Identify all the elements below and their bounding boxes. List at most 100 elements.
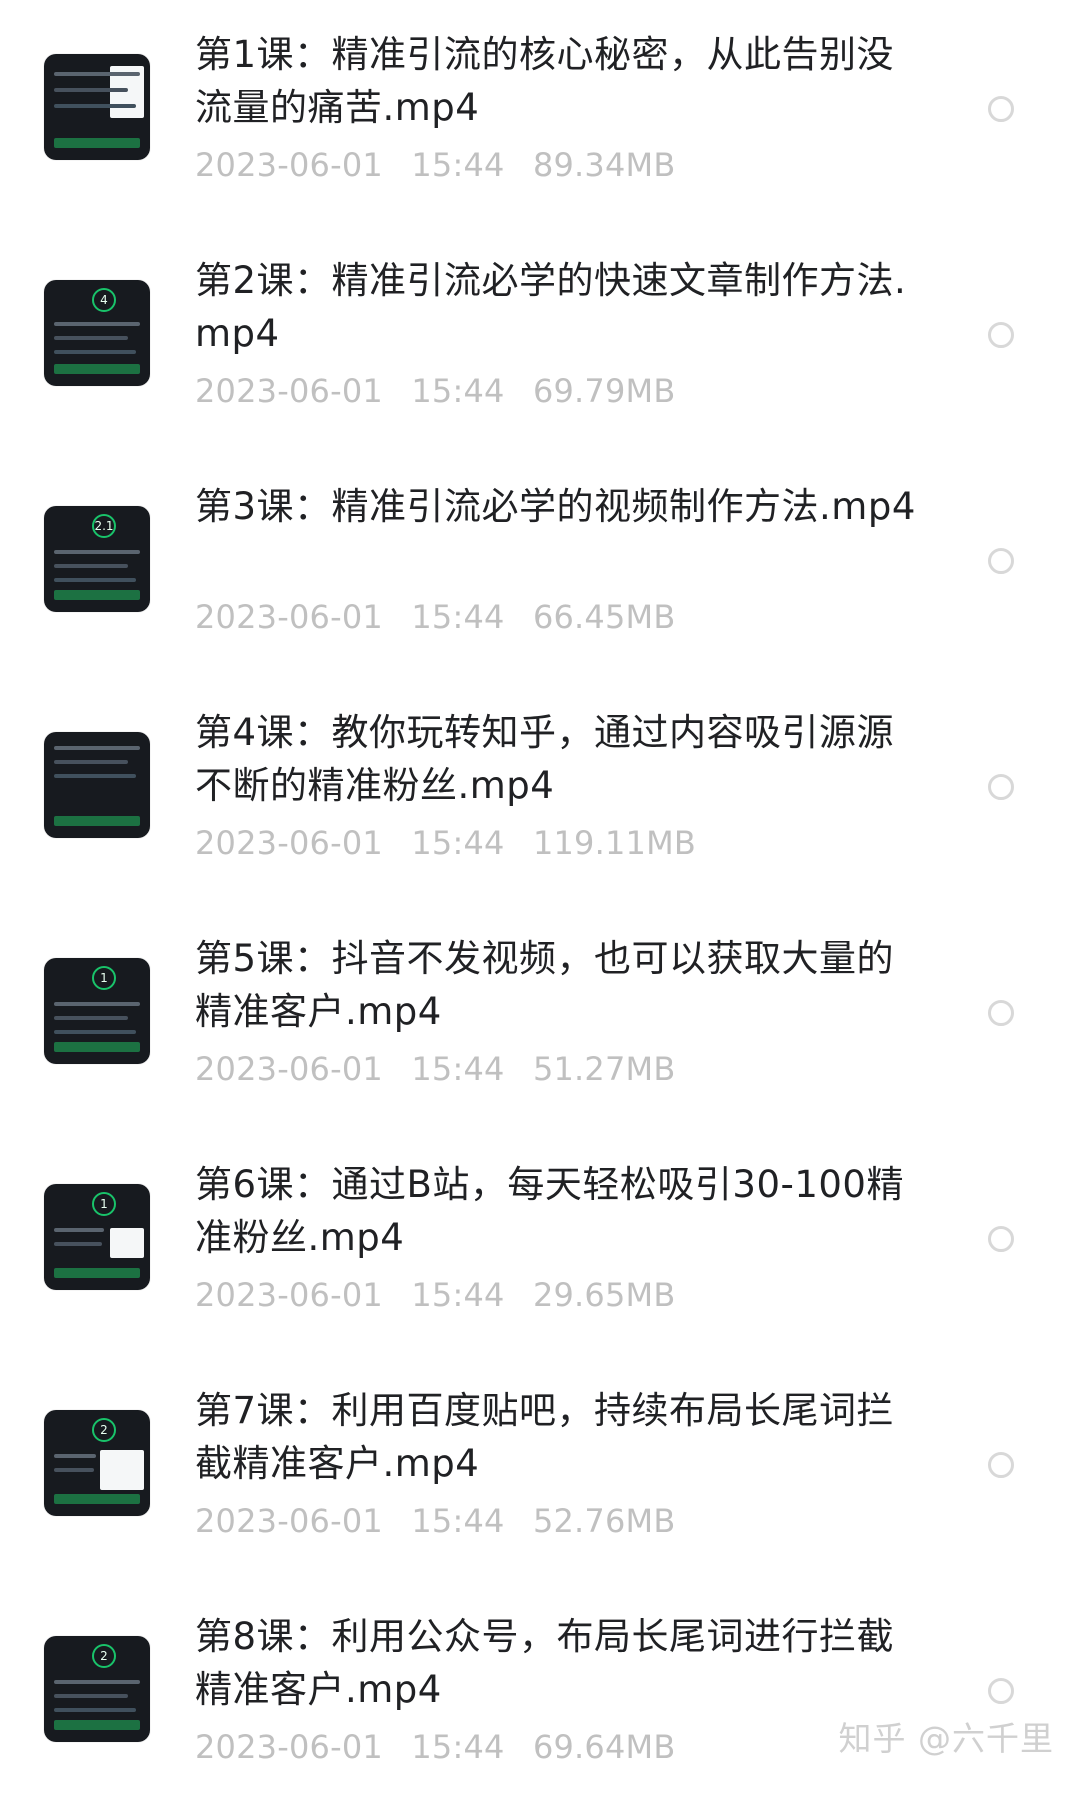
select-radio-icon[interactable] <box>988 774 1014 800</box>
file-meta: 2023-06-01 15:44 89.34MB <box>195 145 676 185</box>
file-time: 15:44 <box>411 372 505 410</box>
select-radio-icon[interactable] <box>988 1452 1014 1478</box>
thumbnail-text-line <box>54 72 140 76</box>
file-title[interactable]: 第2课：精准引流必学的快速文章制作方法.mp4 <box>195 254 925 360</box>
file-title[interactable]: 第3课：精准引流必学的视频制作方法.mp4 <box>195 480 925 533</box>
file-size: 69.79MB <box>532 372 676 410</box>
file-size: 69.64MB <box>532 1728 676 1766</box>
file-date: 2023-06-01 <box>195 1728 383 1766</box>
thumbnail-text-line <box>54 746 140 750</box>
file-time: 15:44 <box>411 1502 505 1540</box>
file-title[interactable]: 第7课：利用百度贴吧，持续布局长尾词拦截精准客户.mp4 <box>195 1384 925 1490</box>
file-meta: 2023-06-01 15:44 69.64MB <box>195 1727 676 1767</box>
file-time: 15:44 <box>411 824 505 862</box>
file-meta: 2023-06-01 15:44 29.65MB <box>195 1275 676 1315</box>
thumbnail-text-line <box>54 1002 140 1006</box>
thumbnail-text-line <box>54 1454 96 1458</box>
video-thumbnail[interactable]: 1 <box>44 1184 150 1290</box>
select-radio-icon[interactable] <box>988 96 1014 122</box>
file-list: 第1课：精准引流的核心秘密，从此告别没流量的痛苦.mp4 2023-06-01 … <box>0 0 1080 1793</box>
file-date: 2023-06-01 <box>195 1276 383 1314</box>
thumbnail-text-line <box>54 322 140 326</box>
file-size: 66.45MB <box>532 598 676 636</box>
thumbnail-text-line <box>54 1468 94 1472</box>
thumbnail-text-line <box>54 1680 140 1684</box>
file-size: 29.65MB <box>532 1276 676 1314</box>
file-size: 119.11MB <box>532 824 697 862</box>
thumbnail-number-badge: 4 <box>92 288 116 312</box>
file-date: 2023-06-01 <box>195 1502 383 1540</box>
thumbnail-screenshot <box>100 1450 144 1490</box>
file-time: 15:44 <box>411 598 505 636</box>
thumbnail-number-badge: 2 <box>92 1418 116 1442</box>
file-size: 52.76MB <box>532 1502 676 1540</box>
video-thumbnail[interactable] <box>44 54 150 160</box>
file-meta: 2023-06-01 15:44 69.79MB <box>195 371 676 411</box>
file-item-4[interactable]: 第4课：教你玩转知乎，通过内容吸引源源不断的精准粉丝.mp4 2023-06-0… <box>0 678 1080 904</box>
file-title[interactable]: 第1课：精准引流的核心秘密，从此告别没流量的痛苦.mp4 <box>195 28 925 134</box>
file-item-3[interactable]: 2.1 第3课：精准引流必学的视频制作方法.mp4 2023-06-01 15:… <box>0 452 1080 678</box>
file-date: 2023-06-01 <box>195 598 383 636</box>
video-thumbnail[interactable]: 2.1 <box>44 506 150 612</box>
file-meta: 2023-06-01 15:44 66.45MB <box>195 597 676 637</box>
thumbnail-caption-bar <box>54 590 140 600</box>
thumbnail-text-line <box>54 88 128 92</box>
thumbnail-caption-bar <box>54 364 140 374</box>
video-thumbnail[interactable]: 4 <box>44 280 150 386</box>
thumbnail-text-line <box>54 1030 136 1034</box>
thumbnail-caption-bar <box>54 1268 140 1278</box>
thumbnail-text-line <box>54 104 136 108</box>
thumbnail-text-line <box>54 1228 104 1232</box>
thumbnail-text-line <box>54 1694 128 1698</box>
file-meta: 2023-06-01 15:44 52.76MB <box>195 1501 676 1541</box>
select-radio-icon[interactable] <box>988 1226 1014 1252</box>
file-title[interactable]: 第8课：利用公众号，布局长尾词进行拦截精准客户.mp4 <box>195 1610 925 1716</box>
thumbnail-caption-bar <box>54 1042 140 1052</box>
thumbnail-number-badge: 1 <box>92 1192 116 1216</box>
thumbnail-caption-bar <box>54 1720 140 1730</box>
file-size: 51.27MB <box>532 1050 676 1088</box>
video-thumbnail[interactable]: 2 <box>44 1636 150 1742</box>
file-title[interactable]: 第6课：通过B站，每天轻松吸引30-100精准粉丝.mp4 <box>195 1158 925 1264</box>
select-radio-icon[interactable] <box>988 1678 1014 1704</box>
file-date: 2023-06-01 <box>195 146 383 184</box>
thumbnail-text-line <box>54 350 136 354</box>
file-time: 15:44 <box>411 1728 505 1766</box>
file-item-1[interactable]: 第1课：精准引流的核心秘密，从此告别没流量的痛苦.mp4 2023-06-01 … <box>0 0 1080 226</box>
thumbnail-caption-bar <box>54 1494 140 1504</box>
file-date: 2023-06-01 <box>195 372 383 410</box>
thumbnail-text-line <box>54 578 136 582</box>
select-radio-icon[interactable] <box>988 548 1014 574</box>
file-title[interactable]: 第4课：教你玩转知乎，通过内容吸引源源不断的精准粉丝.mp4 <box>195 706 925 812</box>
thumbnail-caption-bar <box>54 816 140 826</box>
file-size: 89.34MB <box>532 146 676 184</box>
select-radio-icon[interactable] <box>988 1000 1014 1026</box>
thumbnail-text-line <box>54 1016 128 1020</box>
thumbnail-text-line <box>54 336 128 340</box>
file-time: 15:44 <box>411 146 505 184</box>
video-thumbnail[interactable]: 2 <box>44 1410 150 1516</box>
file-item-2[interactable]: 4 第2课：精准引流必学的快速文章制作方法.mp4 2023-06-01 15:… <box>0 226 1080 452</box>
file-item-8[interactable]: 2 第8课：利用公众号，布局长尾词进行拦截精准客户.mp4 2023-06-01… <box>0 1582 1080 1808</box>
zhihu-watermark: 知乎 @六千里 <box>838 1719 1054 1758</box>
video-thumbnail[interactable]: 1 <box>44 958 150 1064</box>
thumbnail-text-line <box>54 564 128 568</box>
thumbnail-text-line <box>54 774 136 778</box>
file-item-5[interactable]: 1 第5课：抖音不发视频，也可以获取大量的精准客户.mp4 2023-06-01… <box>0 904 1080 1130</box>
file-title[interactable]: 第5课：抖音不发视频，也可以获取大量的精准客户.mp4 <box>195 932 925 1038</box>
file-time: 15:44 <box>411 1276 505 1314</box>
thumbnail-text-line <box>54 550 140 554</box>
thumbnail-text-line <box>54 1708 136 1712</box>
file-meta: 2023-06-01 15:44 119.11MB <box>195 823 696 863</box>
file-item-6[interactable]: 1 第6课：通过B站，每天轻松吸引30-100精准粉丝.mp4 2023-06-… <box>0 1130 1080 1356</box>
video-thumbnail[interactable] <box>44 732 150 838</box>
file-meta: 2023-06-01 15:44 51.27MB <box>195 1049 676 1089</box>
file-time: 15:44 <box>411 1050 505 1088</box>
thumbnail-number-badge: 2 <box>92 1644 116 1668</box>
file-date: 2023-06-01 <box>195 824 383 862</box>
select-radio-icon[interactable] <box>988 322 1014 348</box>
file-item-7[interactable]: 2 第7课：利用百度贴吧，持续布局长尾词拦截精准客户.mp4 2023-06-0… <box>0 1356 1080 1582</box>
thumbnail-caption-bar <box>54 138 140 148</box>
thumbnail-number-badge: 1 <box>92 966 116 990</box>
file-date: 2023-06-01 <box>195 1050 383 1088</box>
